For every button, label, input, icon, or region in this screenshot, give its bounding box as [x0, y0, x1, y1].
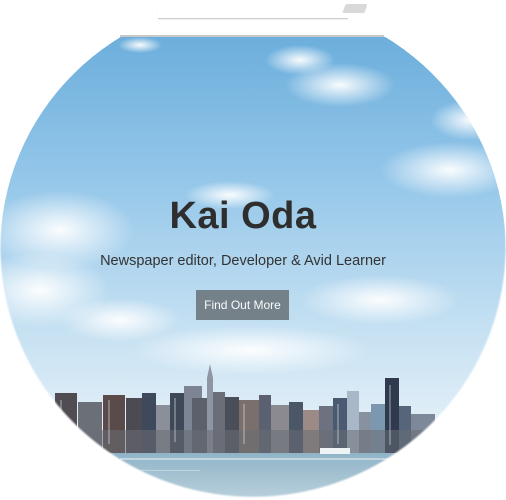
find-out-more-button[interactable]: Find Out More — [196, 290, 289, 320]
hero-title: Kai Oda — [169, 195, 317, 237]
hero-subtitle: Newspaper editor, Developer & Avid Learn… — [100, 253, 386, 269]
hero-content: Kai Oda Newspaper editor, Developer & Av… — [0, 0, 486, 500]
page: Kai Oda Newspaper editor, Developer & Av… — [0, 0, 506, 500]
